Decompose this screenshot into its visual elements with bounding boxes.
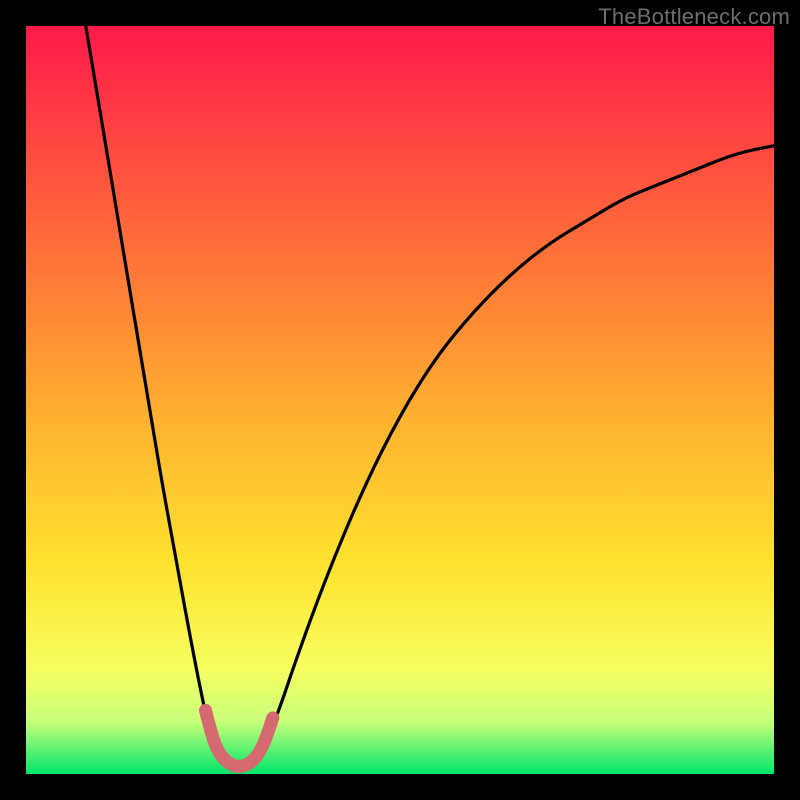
- curve-right-branch: [250, 146, 774, 767]
- chart-frame: TheBottleneck.com: [0, 0, 800, 800]
- curve-left-branch: [86, 26, 228, 767]
- bottleneck-curve: [26, 26, 774, 774]
- watermark-text: TheBottleneck.com: [598, 4, 790, 30]
- plot-area: [26, 26, 774, 774]
- valley-highlight: [206, 710, 273, 766]
